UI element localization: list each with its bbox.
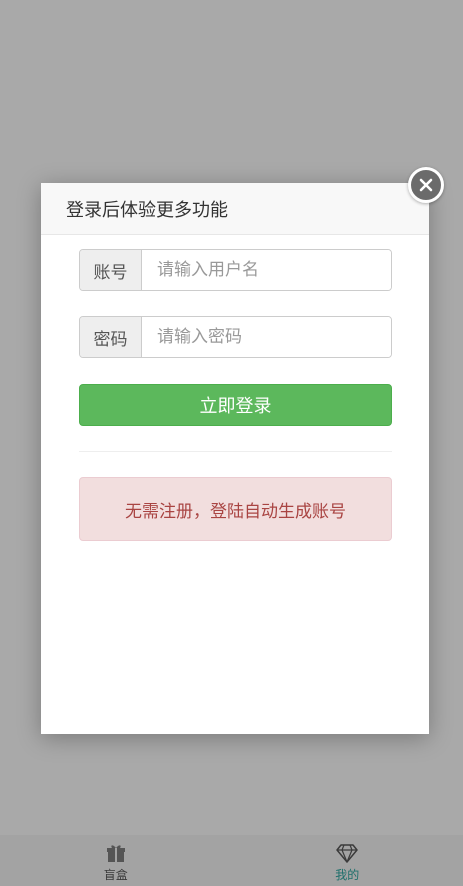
diamond-icon bbox=[336, 844, 358, 863]
notice-alert: 无需注册，登陆自动生成账号 bbox=[79, 477, 392, 541]
username-input[interactable] bbox=[142, 250, 391, 290]
login-button[interactable]: 立即登录 bbox=[79, 384, 392, 426]
login-modal: 登录后体验更多功能 账号 密码 立即登录 无需注册，登陆自动生成账号 bbox=[41, 183, 429, 734]
bottom-tab-bar: 盲盒 我的 bbox=[0, 835, 463, 886]
password-input-group: 密码 bbox=[79, 316, 392, 358]
tab-mine[interactable]: 我的 bbox=[232, 835, 463, 886]
modal-title: 登录后体验更多功能 bbox=[66, 199, 228, 221]
password-addon-label: 密码 bbox=[80, 317, 142, 357]
tab-blind-box[interactable]: 盲盒 bbox=[0, 835, 232, 886]
tab-label-mine: 我的 bbox=[335, 868, 360, 882]
close-icon bbox=[419, 178, 433, 192]
tab-label-blind-box: 盲盒 bbox=[103, 868, 128, 882]
username-addon-label: 账号 bbox=[80, 250, 142, 290]
password-input[interactable] bbox=[142, 317, 391, 357]
divider bbox=[79, 451, 392, 452]
username-input-group: 账号 bbox=[79, 249, 392, 291]
modal-header: 登录后体验更多功能 bbox=[41, 183, 429, 235]
close-button[interactable] bbox=[408, 167, 444, 203]
gift-icon bbox=[106, 845, 125, 862]
